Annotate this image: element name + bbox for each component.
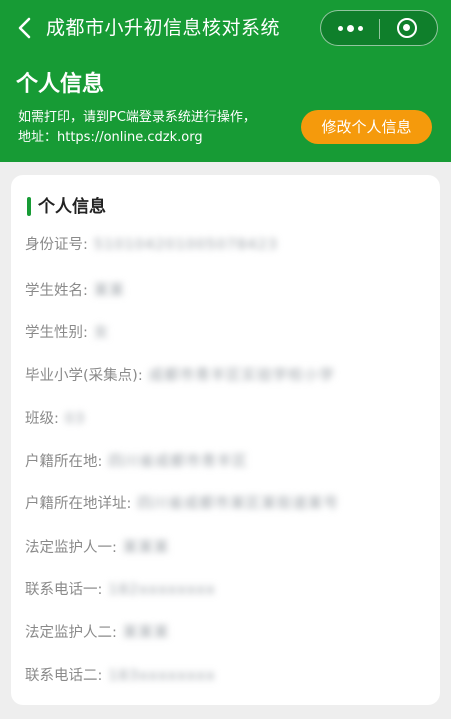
capsule-divider (379, 19, 380, 39)
field-value: 某某某 (122, 540, 170, 556)
field-value: 四川省成都市青羊区 (108, 454, 248, 470)
field-value: 182xxxxxxxx (108, 582, 216, 598)
field-value: 四川省成都市某区某街道某号 (137, 496, 339, 512)
field-label: 户籍所在地详址: (25, 496, 132, 512)
field-primary-school: 毕业小学(采集点): 成都市青羊区实验学校小学 (25, 364, 430, 388)
field-label: 班级: (25, 411, 59, 427)
field-label: 学生姓名: (25, 283, 88, 299)
field-label: 联系电话二: (25, 668, 103, 684)
field-value: 183xxxxxxxx (108, 668, 216, 684)
field-household-address: 户籍所在地详址: 四川省成都市某区某街道某号 (25, 492, 430, 516)
mini-program-capsule (320, 10, 438, 46)
field-phone-2: 联系电话二: 183xxxxxxxx (25, 664, 430, 688)
field-phone-1: 联系电话一: 182xxxxxxxx (25, 578, 430, 602)
field-value: 女 (93, 325, 110, 341)
field-household-registration: 户籍所在地: 四川省成都市青羊区 (25, 450, 430, 474)
field-value: 03 (64, 411, 86, 427)
target-circle-icon[interactable] (397, 18, 417, 38)
field-value: 成都市青羊区实验学校小学 (148, 368, 335, 384)
more-dots-icon[interactable] (321, 11, 379, 45)
field-class: 班级: 03 (25, 407, 430, 431)
field-guardian-1: 法定监护人一: 某某某 (25, 536, 430, 560)
field-value: 某某 (93, 283, 125, 299)
notice-line-2: 地址：https://online.cdzk.org (18, 130, 203, 145)
field-value: 某某某 (122, 625, 170, 641)
chevron-left-icon[interactable] (12, 14, 40, 42)
field-label: 联系电话一: (25, 582, 103, 598)
navigation-bar: 成都市小升初信息核对系统 (0, 0, 451, 56)
field-label: 学生性别: (25, 325, 88, 341)
header-banner: 个人信息 如需打印，请到PC端登录系统进行操作， 地址：https://onli… (0, 56, 451, 162)
section-title: 个人信息 (38, 197, 106, 217)
field-id-number: 身份证号: 510104201005078423 (25, 233, 430, 257)
field-label: 身份证号: (25, 237, 88, 253)
nav-title: 成都市小升初信息核对系统 (46, 17, 281, 39)
edit-info-button[interactable]: 修改个人信息 (301, 110, 432, 144)
field-value: 510104201005078423 (93, 237, 278, 253)
field-label: 毕业小学(采集点): (25, 368, 143, 384)
field-label: 户籍所在地: (25, 454, 103, 470)
print-notice: 如需打印，请到PC端登录系统进行操作， 地址：https://online.cd… (18, 108, 256, 148)
section-accent-bar (27, 197, 31, 216)
page-title: 个人信息 (16, 72, 105, 97)
field-label: 法定监护人一: (25, 540, 117, 556)
notice-line-1: 如需打印，请到PC端登录系统进行操作， (18, 110, 256, 125)
field-guardian-2: 法定监护人二: 某某某 (25, 621, 430, 645)
field-student-name: 学生姓名: 某某 (25, 279, 430, 303)
info-card: 个人信息 身份证号: 510104201005078423 学生姓名: 某某 学生性… (11, 175, 440, 705)
field-student-gender: 学生性别: 女 (25, 321, 430, 345)
field-label: 法定监护人二: (25, 625, 117, 641)
